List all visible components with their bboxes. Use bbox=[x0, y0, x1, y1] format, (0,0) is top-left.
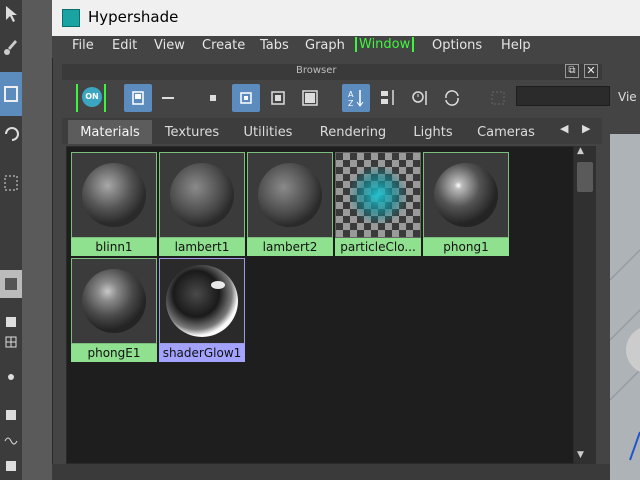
layout-split-icon[interactable] bbox=[0, 404, 22, 426]
tab-rendering[interactable]: Rendering bbox=[306, 120, 400, 144]
svg-text:Z: Z bbox=[348, 99, 354, 108]
medium-swatch-button[interactable] bbox=[232, 84, 260, 112]
menu-tabs[interactable]: Tabs bbox=[260, 38, 289, 53]
menu-options[interactable]: Options bbox=[432, 38, 482, 53]
particle-cloud-thumbnail bbox=[335, 152, 421, 238]
float-panel-button[interactable]: ⧉ bbox=[565, 64, 579, 78]
phong-sphere-thumbnail bbox=[423, 152, 509, 238]
large-swatch-button[interactable] bbox=[264, 84, 292, 112]
refresh-icon bbox=[445, 90, 459, 106]
menu-view[interactable]: View bbox=[154, 38, 185, 53]
small-swatch-icon bbox=[210, 95, 216, 101]
layout-icon[interactable] bbox=[0, 270, 22, 298]
swatch-shaderglow1[interactable]: shaderGlow1 bbox=[159, 258, 245, 366]
swatch-label: phongE1 bbox=[71, 344, 157, 362]
sort-type-icon bbox=[381, 90, 394, 105]
maya-tool-shelf bbox=[0, 0, 22, 480]
swatch-label: phong1 bbox=[423, 238, 509, 256]
on-toggle-label: ON bbox=[82, 87, 102, 107]
swatch-label: lambert2 bbox=[247, 238, 333, 256]
menu-help[interactable]: Help bbox=[501, 38, 531, 53]
viewport-view-menu[interactable]: Vie bbox=[618, 90, 637, 104]
xlarge-swatch-button[interactable] bbox=[296, 84, 324, 112]
tab-cameras[interactable]: Cameras bbox=[466, 120, 546, 144]
swatch-phong1[interactable]: phong1 bbox=[423, 152, 509, 260]
tab-scroll-left-icon[interactable]: ◀ bbox=[560, 122, 568, 135]
menu-edit[interactable]: Edit bbox=[112, 38, 137, 53]
tab-textures[interactable]: Textures bbox=[154, 120, 230, 144]
menu-create[interactable]: Create bbox=[202, 38, 245, 53]
window-bottom-bar bbox=[52, 464, 610, 480]
rotate-tool-icon[interactable] bbox=[0, 120, 22, 148]
hypershade-app-icon bbox=[62, 9, 80, 27]
swatch-label: blinn1 bbox=[71, 238, 157, 256]
swatch-phonge1[interactable]: phongE1 bbox=[71, 258, 157, 366]
menu-file[interactable]: File bbox=[72, 38, 94, 53]
graph-editor-icon[interactable] bbox=[0, 430, 22, 448]
frame-button[interactable] bbox=[484, 84, 512, 112]
shader-glow-thumbnail bbox=[159, 258, 245, 344]
tab-materials[interactable]: Materials bbox=[68, 120, 152, 144]
tab-scroll-right-icon[interactable]: ▶ bbox=[582, 122, 590, 135]
swatch-lambert1[interactable]: lambert1 bbox=[159, 152, 245, 260]
sort-time-icon bbox=[412, 91, 427, 105]
move-tool-icon[interactable] bbox=[0, 72, 22, 116]
window-title: Hypershade bbox=[88, 8, 179, 26]
tab-lights[interactable]: Lights bbox=[402, 120, 464, 144]
close-panel-button[interactable]: ✕ bbox=[584, 64, 598, 78]
select-arrow-icon[interactable] bbox=[0, 2, 22, 26]
reverse-order-button[interactable] bbox=[438, 84, 466, 112]
scrollbar-thumb[interactable] bbox=[577, 162, 593, 192]
scroll-down-icon[interactable]: ▼ bbox=[577, 450, 584, 460]
menu-window[interactable]: Window bbox=[355, 37, 415, 52]
swatch-view-icon bbox=[132, 91, 144, 105]
layout-single-icon[interactable] bbox=[0, 314, 22, 330]
large-swatch-icon bbox=[271, 91, 285, 105]
list-view-icon bbox=[162, 97, 174, 99]
viewport-panel[interactable] bbox=[610, 80, 640, 480]
swatch-lambert2[interactable]: lambert2 bbox=[247, 152, 333, 260]
swatch-label: shaderGlow1 bbox=[159, 344, 245, 362]
swatch-scrollbar[interactable] bbox=[574, 146, 596, 464]
view-as-list-button[interactable] bbox=[154, 84, 182, 112]
sort-alpha-icon: AZ bbox=[348, 90, 364, 108]
sort-by-type-button[interactable] bbox=[374, 84, 402, 112]
outliner-icon[interactable] bbox=[0, 456, 22, 476]
scroll-up-icon[interactable]: ▲ bbox=[577, 146, 584, 156]
search-input[interactable] bbox=[516, 86, 610, 106]
viewport-grid bbox=[610, 249, 640, 461]
svg-text:A: A bbox=[348, 90, 354, 99]
tab-utilities[interactable]: Utilities bbox=[232, 120, 304, 144]
swatch-label: particleClo... bbox=[335, 238, 421, 256]
sort-by-time-button[interactable] bbox=[406, 84, 434, 112]
small-swatch-button[interactable] bbox=[199, 84, 227, 112]
medium-swatch-icon bbox=[240, 92, 252, 104]
viewport-edge bbox=[22, 0, 52, 480]
lambert-sphere-thumbnail bbox=[159, 152, 245, 238]
paint-brush-icon[interactable] bbox=[0, 34, 22, 62]
sort-by-name-button[interactable]: AZ bbox=[342, 84, 370, 112]
frame-icon bbox=[491, 91, 505, 105]
swatch-label: lambert1 bbox=[159, 238, 245, 256]
xlarge-swatch-icon bbox=[302, 90, 318, 106]
lambert-sphere-thumbnail bbox=[247, 152, 333, 238]
view-as-icons-button[interactable] bbox=[124, 84, 152, 112]
swatch-blinn1[interactable]: blinn1 bbox=[71, 152, 157, 260]
blinn-sphere-thumbnail bbox=[71, 152, 157, 238]
menu-graph[interactable]: Graph bbox=[305, 38, 345, 53]
swatch-particlecloud[interactable]: particleClo... bbox=[335, 152, 421, 260]
layout-quad-icon[interactable] bbox=[0, 334, 22, 350]
browser-title: Browser bbox=[296, 65, 337, 76]
phonge-sphere-thumbnail bbox=[71, 258, 157, 344]
viewport-header bbox=[610, 80, 640, 134]
layout-dot-icon[interactable] bbox=[0, 366, 22, 388]
scale-tool-icon[interactable] bbox=[0, 168, 22, 198]
